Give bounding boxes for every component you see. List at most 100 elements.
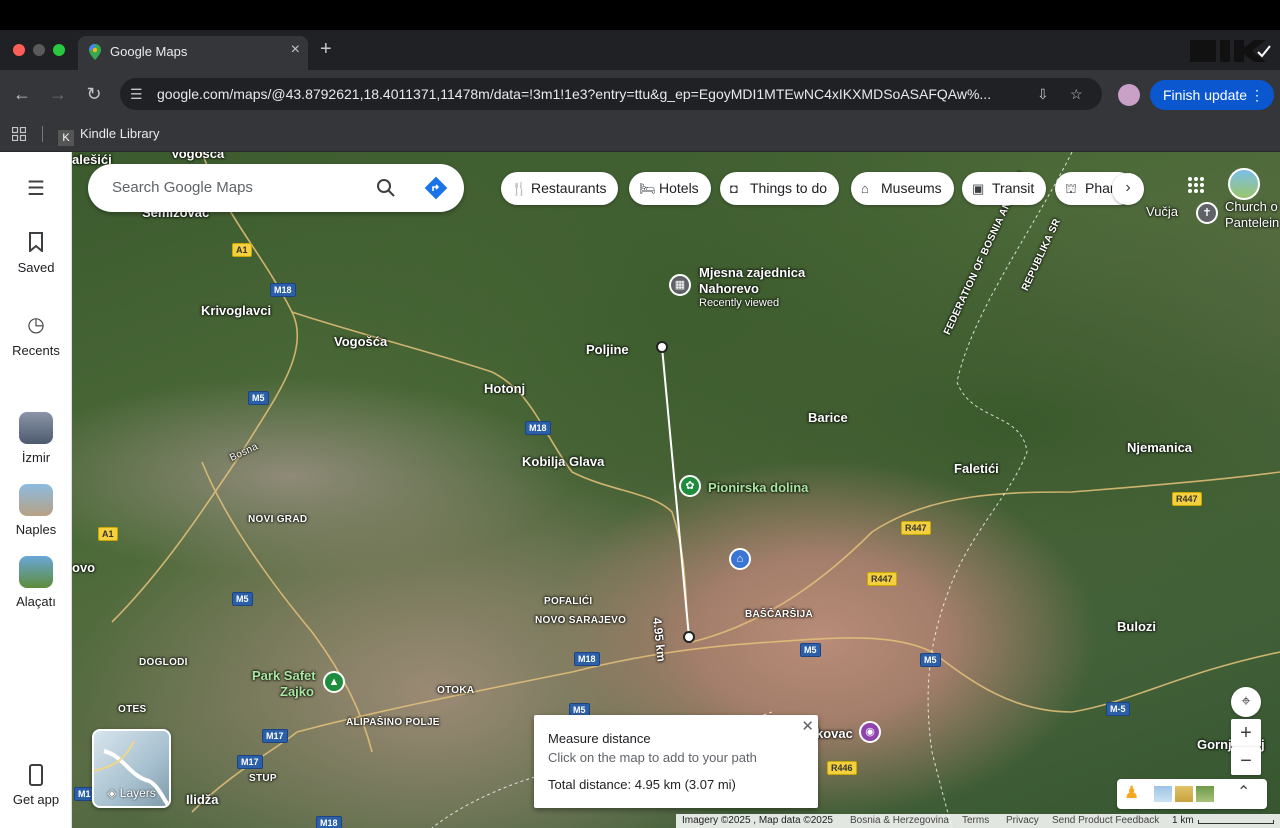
place-label[interactable]: POFALIĆI — [544, 596, 593, 607]
road-shield: R447 — [1172, 492, 1202, 506]
chip-things-to-do[interactable]: ◘ Things to do — [720, 172, 840, 205]
place-label[interactable]: Hotonj — [484, 381, 525, 396]
place-label[interactable]: Mjesna zajednica — [699, 265, 805, 280]
get-app-button[interactable]: Get app — [0, 764, 72, 807]
chip-hotels[interactable]: 🛏 Hotels — [629, 172, 711, 205]
place-label[interactable]: Nahorevo — [699, 281, 759, 296]
privacy-link[interactable]: Privacy — [1006, 815, 1039, 826]
place-label[interactable]: Pantelein — [1225, 215, 1279, 230]
place-label[interactable]: Vučja — [1146, 204, 1178, 219]
place-label[interactable]: Faletići — [954, 461, 999, 476]
close-window-button[interactable] — [13, 44, 25, 56]
account-avatar[interactable] — [1228, 168, 1260, 200]
saved-button[interactable]: Saved — [0, 232, 72, 275]
expand-up-icon[interactable]: ⌃ — [1237, 782, 1250, 802]
place-label[interactable]: ALIPAŠINO POLJE — [346, 717, 440, 728]
search-input[interactable]: Search Google Maps — [112, 179, 253, 196]
scale-label[interactable]: 1 km — [1172, 815, 1194, 826]
place-label[interactable]: Krivoglavci — [201, 303, 271, 318]
address-bar[interactable]: ☰ google.com/maps/@43.8792621,18.4011371… — [120, 78, 1102, 110]
place-label[interactable]: Vogošca — [171, 152, 224, 161]
place-label[interactable]: NOVO SARAJEVO — [535, 615, 626, 626]
recent-place-naples[interactable]: Naples — [0, 484, 72, 537]
place-label[interactable]: Vogošća — [334, 334, 387, 349]
place-label[interactable]: OTOKA — [437, 685, 474, 696]
place-label[interactable]: Kobilja Glava — [522, 454, 604, 469]
bookmarks-divider — [42, 126, 43, 142]
terms-link[interactable]: Terms — [962, 815, 989, 826]
place-label[interactable]: Church o — [1225, 199, 1278, 214]
my-location-button[interactable]: ⌖ — [1231, 687, 1261, 717]
layers-button[interactable]: ◈ Layers — [92, 729, 171, 808]
place-label[interactable]: Zajko — [280, 684, 314, 699]
road-shield: M17 — [262, 729, 288, 743]
minimize-window-button[interactable] — [33, 44, 45, 56]
search-icon[interactable] — [374, 176, 398, 200]
landmark-icon[interactable]: ▦ — [669, 274, 691, 296]
place-label[interactable]: STUP — [249, 773, 277, 784]
search-box[interactable]: Search Google Maps — [88, 164, 464, 212]
place-label[interactable]: j — [1261, 737, 1265, 752]
recent-place-label: Alaçatı — [16, 594, 56, 609]
zoom-in-button[interactable]: + — [1231, 719, 1261, 747]
recent-place-izmir[interactable]: İzmir — [0, 412, 72, 465]
new-tab-button[interactable]: + — [320, 38, 332, 61]
chip-restaurants[interactable]: 🍴 Restaurants — [501, 172, 619, 205]
chevron-right-icon: › — [1125, 179, 1131, 196]
more-menu-icon[interactable]: ⋮ — [1250, 80, 1264, 110]
close-icon[interactable]: ✕ — [801, 717, 814, 735]
place-of-worship-icon[interactable]: ⌂ — [729, 548, 751, 570]
place-label[interactable]: NOVI GRAD — [248, 514, 307, 525]
pegman-icon[interactable]: ♟ — [1124, 783, 1139, 803]
apps-grid-icon[interactable] — [12, 127, 26, 141]
recents-button[interactable]: ◷ Recents — [0, 312, 72, 358]
place-label[interactable]: kovac — [816, 726, 853, 741]
chip-label: Transit — [992, 180, 1035, 196]
chip-museums[interactable]: ⌂ Museums — [851, 172, 954, 205]
reload-icon[interactable]: ↻ — [80, 80, 108, 108]
site-settings-icon[interactable]: ☰ — [130, 86, 143, 103]
measure-distance-card: Measure distance Click on the map to add… — [534, 715, 818, 808]
google-apps-icon[interactable] — [1187, 176, 1205, 194]
menu-button[interactable]: ☰ — [0, 176, 72, 207]
feedback-link[interactable]: Send Product Feedback — [1052, 815, 1159, 826]
place-label[interactable]: DOGLODI — [139, 657, 188, 668]
recent-place-alacati[interactable]: Alaçatı — [0, 556, 72, 609]
church-icon[interactable]: ✝ — [1196, 202, 1218, 224]
place-label[interactable]: Park Safet — [252, 668, 316, 683]
back-arrow-icon[interactable]: ← — [8, 80, 36, 108]
park-icon[interactable]: ✿ — [679, 475, 701, 497]
finish-update-button[interactable]: Finish update ⋮ — [1150, 80, 1274, 110]
chip-transit[interactable]: ▣ Transit — [962, 172, 1047, 205]
forward-arrow-icon[interactable]: → — [44, 80, 72, 108]
place-label[interactable]: BAŠČARŠIJA — [745, 609, 813, 620]
view-thumbnail[interactable] — [1154, 786, 1172, 802]
close-tab-icon[interactable]: × — [291, 41, 300, 59]
zoom-out-button[interactable]: − — [1231, 747, 1261, 775]
view-thumbnail[interactable] — [1175, 786, 1193, 802]
profile-avatar[interactable] — [1118, 84, 1140, 106]
place-label[interactable]: Poljine — [586, 342, 629, 357]
alacati-thumbnail — [19, 556, 53, 588]
chips-next-button[interactable]: › — [1112, 173, 1144, 205]
place-label[interactable]: Ilidža — [186, 792, 219, 807]
place-label[interactable]: Bulozi — [1117, 619, 1156, 634]
imagery-attribution: Imagery ©2025 , Map data ©2025 — [682, 815, 833, 826]
place-label[interactable]: Njemanica — [1127, 440, 1192, 455]
history-icon: ◷ — [27, 314, 45, 336]
place-label[interactable]: Barice — [808, 410, 848, 425]
bookmark-kindle-library[interactable]: K Kindle Library — [58, 126, 160, 146]
install-app-icon[interactable]: ⇩ — [1037, 86, 1049, 103]
directions-icon[interactable] — [424, 176, 448, 200]
place-label[interactable]: OTES — [118, 704, 146, 715]
place-label[interactable]: Pionirska dolina — [708, 480, 808, 495]
camera-attraction-icon[interactable]: ◉ — [859, 721, 881, 743]
bookmark-star-icon[interactable]: ☆ — [1070, 86, 1083, 103]
view-thumbnail[interactable] — [1196, 786, 1214, 802]
park-tree-icon[interactable]: ▲ — [323, 671, 345, 693]
place-label[interactable]: ovo — [72, 560, 95, 575]
maximize-window-button[interactable] — [53, 44, 65, 56]
tab-google-maps[interactable]: Google Maps × — [78, 36, 308, 70]
layers-stack-icon: ◈ — [107, 786, 120, 800]
country-link[interactable]: Bosnia & Herzegovina — [850, 815, 949, 826]
